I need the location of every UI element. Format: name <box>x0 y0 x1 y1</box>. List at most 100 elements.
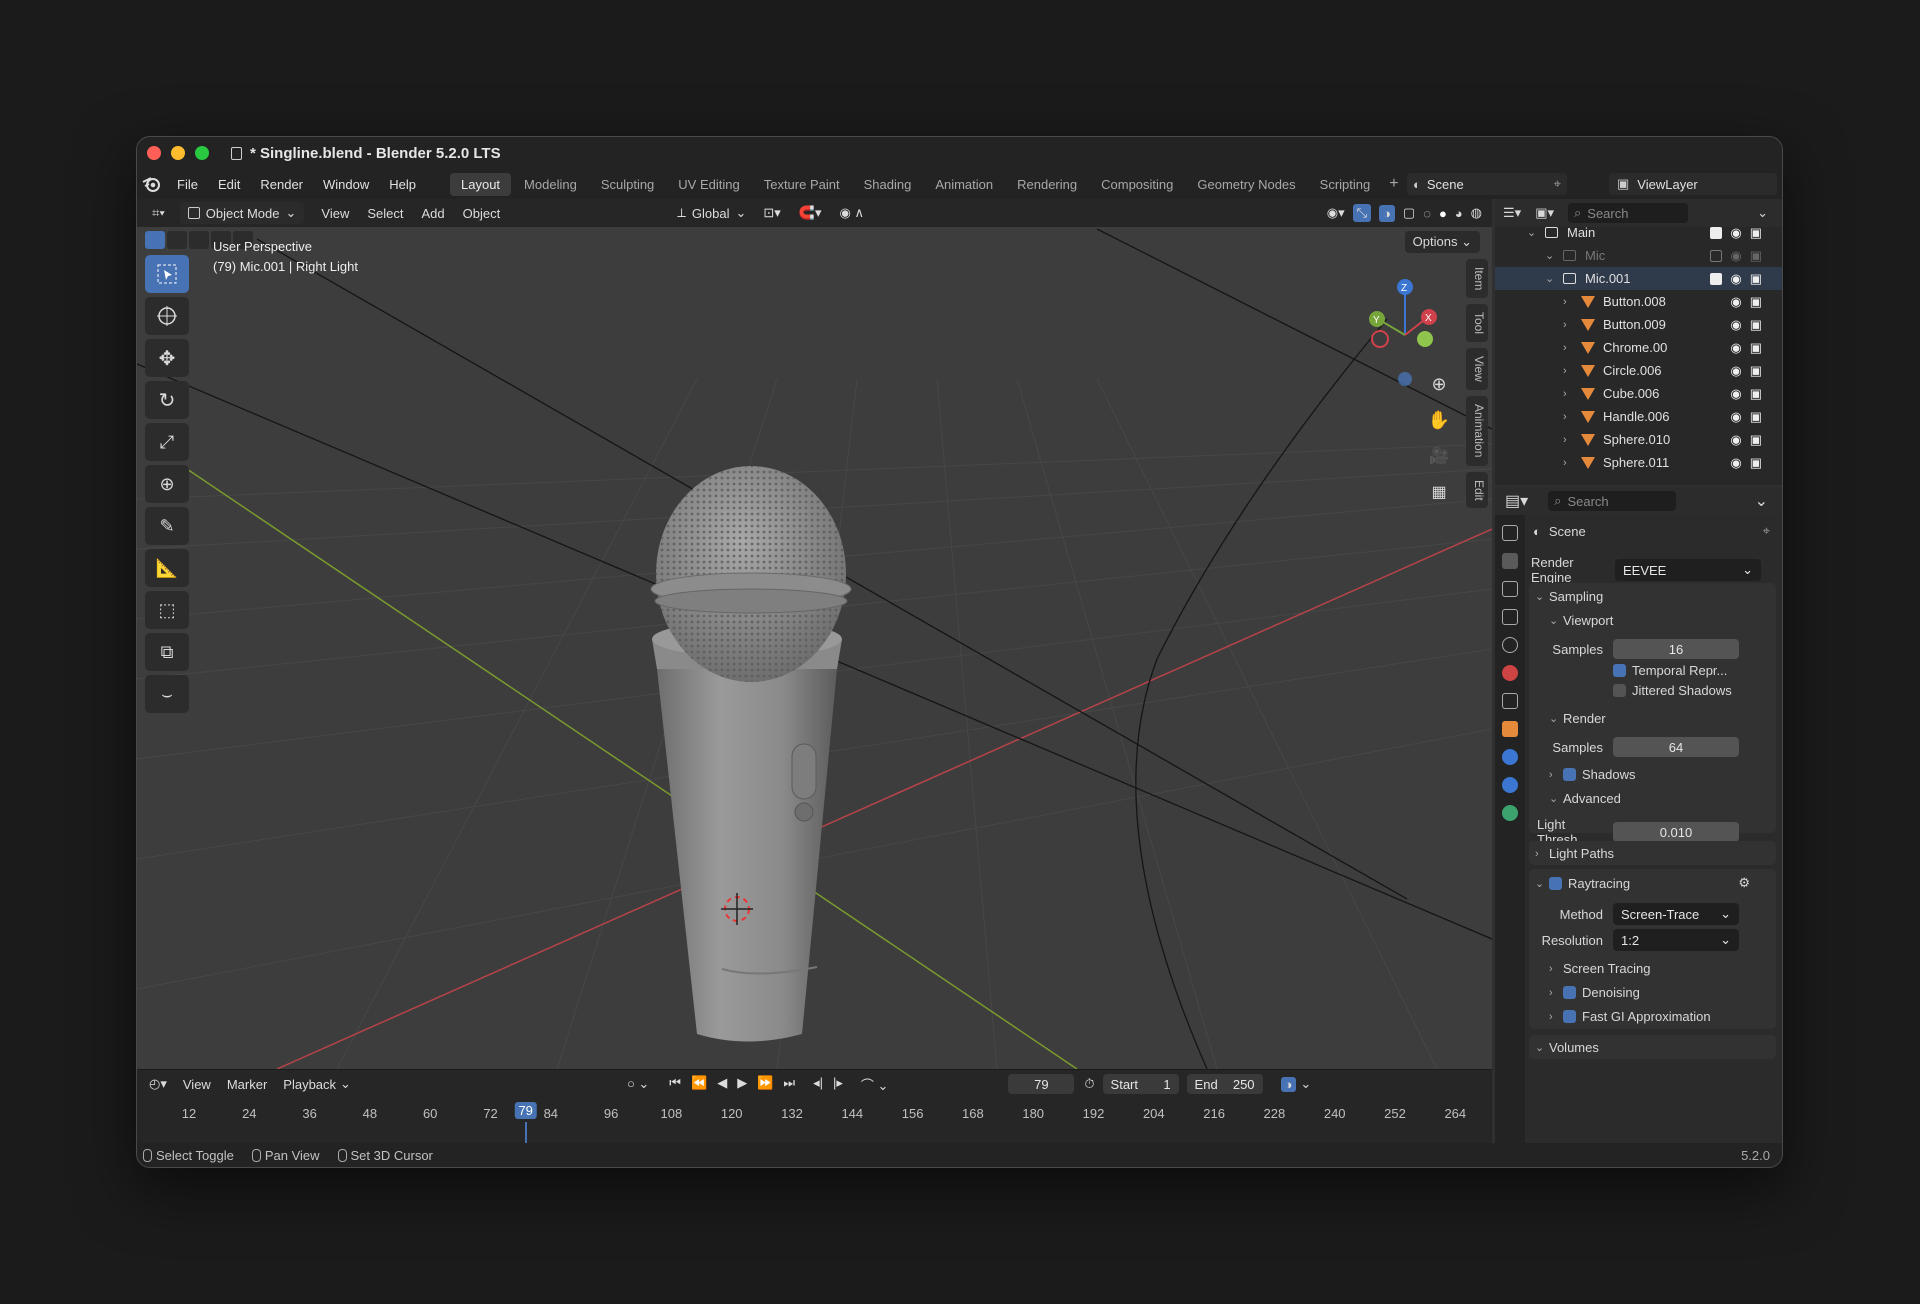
outliner-row[interactable]: › Button.008 ◉ ▣ <box>1495 290 1782 313</box>
transform-orientation-dropdown[interactable]: ⟂ Global ⌄ <box>669 202 754 224</box>
next-keyframe-icon[interactable]: ⏩ <box>757 1075 773 1094</box>
render-tab-icon[interactable] <box>1502 553 1518 569</box>
outliner-row[interactable]: › Sphere.010 ◉ ▣ <box>1495 428 1782 451</box>
chevron-right-icon[interactable]: › <box>1563 457 1567 469</box>
physics-tab-icon[interactable] <box>1502 777 1518 793</box>
eye-icon[interactable]: ◉ <box>1730 455 1741 471</box>
exclude-checkbox[interactable] <box>1710 249 1723 262</box>
keying-icon[interactable]: ○ ⌄ <box>627 1076 649 1092</box>
tab-compositing[interactable]: Compositing <box>1090 173 1184 196</box>
tab-texture-paint[interactable]: Texture Paint <box>753 173 851 196</box>
eye-icon[interactable]: ◉ <box>1730 363 1741 379</box>
render-camera-icon[interactable]: ▣ <box>1750 317 1762 333</box>
tab-geometry-nodes[interactable]: Geometry Nodes <box>1186 173 1306 196</box>
render-camera-icon[interactable]: ▣ <box>1750 340 1762 356</box>
view-layer-tab-icon[interactable] <box>1502 609 1518 625</box>
current-frame-field[interactable]: 79 <box>1008 1074 1075 1094</box>
xray-icon[interactable]: ▢ <box>1403 205 1415 221</box>
timeline-menu-playback[interactable]: Playback <box>283 1077 336 1092</box>
camera-view-icon[interactable]: 🎥 <box>1426 443 1452 469</box>
overlay-icon[interactable]: ◑ <box>1379 204 1395 222</box>
shadows-row[interactable]: › Shadows <box>1549 767 1635 782</box>
method-dropdown[interactable]: Screen-Trace ⌄ <box>1613 903 1739 925</box>
zoom-window-button[interactable] <box>195 146 209 160</box>
render-camera-icon[interactable]: ▣ <box>1750 409 1762 425</box>
stopwatch-icon[interactable]: ⏱ <box>1084 1076 1094 1092</box>
viewport-menu-add[interactable]: Add <box>412 206 453 221</box>
viewport-scene[interactable]: Z Y X <box>137 199 1492 1069</box>
eye-icon[interactable]: ◉ <box>1730 248 1741 264</box>
chevron-down-icon[interactable]: ⌄ <box>1527 226 1536 239</box>
chevron-right-icon[interactable]: › <box>1563 411 1567 423</box>
move-tool[interactable]: ✥ <box>145 339 189 377</box>
properties-search-input[interactable]: ⌕ Search <box>1548 491 1677 511</box>
outliner-row[interactable]: ⌄ Mic.001 ◉ ▣ <box>1495 267 1782 290</box>
fast-gi-checkbox[interactable] <box>1563 1010 1576 1023</box>
tab-view[interactable]: View <box>1466 348 1488 391</box>
navigation-gizmo[interactable]: Z Y X <box>1369 279 1437 386</box>
3d-viewport[interactable]: Z Y X ⌗▾ Object Mode ⌄ View Select Add O… <box>137 199 1492 1069</box>
volumes-header[interactable]: ⌄ Volumes <box>1535 1040 1599 1055</box>
tab-scripting[interactable]: Scripting <box>1309 173 1382 196</box>
rotate-tool[interactable]: ↻ <box>145 381 189 419</box>
outliner-row[interactable]: › Sphere.011 ◉ ▣ <box>1495 451 1782 474</box>
tab-item[interactable]: Item <box>1466 259 1488 299</box>
filter-icon[interactable]: ⌄ <box>1757 205 1768 221</box>
jump-end-icon[interactable]: ⏭ <box>783 1075 795 1094</box>
chevron-right-icon[interactable]: › <box>1563 434 1567 446</box>
add-cube-tool[interactable]: ⬚ <box>145 591 189 629</box>
scene-selector[interactable]: ◐ Scene ⌖ <box>1407 173 1567 195</box>
temporal-checkbox[interactable] <box>1613 664 1626 677</box>
outliner-row[interactable]: › Circle.006 ◉ ▣ <box>1495 359 1782 382</box>
chevron-right-icon[interactable]: › <box>1563 388 1567 400</box>
pan-hand-icon[interactable]: ✋ <box>1426 407 1452 433</box>
scale-tool[interactable]: ⤢ <box>145 423 189 461</box>
options-dropdown[interactable]: Options ⌄ <box>1404 231 1480 253</box>
visibility-icon[interactable]: ◉▾ <box>1327 205 1345 221</box>
tab-animation[interactable]: Animation <box>1466 396 1488 466</box>
outliner-row[interactable]: › Cube.006 ◉ ▣ <box>1495 382 1782 405</box>
minimize-window-button[interactable] <box>171 146 185 160</box>
render-subheader[interactable]: ⌄ Render <box>1549 711 1606 726</box>
eye-icon[interactable]: ◉ <box>1730 386 1741 402</box>
outliner-search-input[interactable]: ⌕ Search <box>1568 203 1688 223</box>
menu-help[interactable]: Help <box>379 177 426 192</box>
pivot-point-icon[interactable]: ⊡▾ <box>754 205 789 221</box>
temporal-row[interactable]: Temporal Repr... <box>1613 663 1727 678</box>
outliner-row[interactable]: › Handle.006 ◉ ▣ <box>1495 405 1782 428</box>
tab-modeling[interactable]: Modeling <box>513 173 588 196</box>
menu-window[interactable]: Window <box>313 177 379 192</box>
render-camera-icon[interactable]: ▣ <box>1750 225 1762 241</box>
raytracing-checkbox[interactable] <box>1549 876 1562 890</box>
sampling-header[interactable]: ⌄ Sampling <box>1535 589 1603 604</box>
jittered-row[interactable]: Jittered Shadows <box>1613 683 1732 698</box>
timeline-ruler[interactable]: 12 24 36 48 60 72 84 96 108 120 132 144 156 168 180 192… <box>137 1102 1492 1144</box>
render-engine-dropdown[interactable]: EEVEE ⌄ <box>1615 559 1761 581</box>
render-camera-icon[interactable]: ▣ <box>1750 248 1762 264</box>
next-frame-icon[interactable]: |▸ <box>833 1075 843 1094</box>
object-tab-icon[interactable] <box>1502 721 1518 737</box>
jump-start-icon[interactable]: ⏮ <box>669 1075 681 1094</box>
outliner-row[interactable]: › Chrome.00 ◉ ▣ <box>1495 336 1782 359</box>
chevron-right-icon[interactable]: › <box>1563 365 1567 377</box>
wireframe-shading-icon[interactable]: ◌ <box>1423 206 1431 221</box>
eye-icon[interactable]: ◉ <box>1730 317 1741 333</box>
viewport-menu-view[interactable]: View <box>312 206 358 221</box>
auto-keying-icon[interactable]: ⌒ ⌄ <box>861 1075 889 1094</box>
modifier-tab-icon[interactable] <box>1502 749 1518 765</box>
proportional-edit-icon[interactable]: ◉ ∧ <box>831 205 873 221</box>
timeline-overlay-icon[interactable]: ◑ <box>1280 1076 1297 1092</box>
select-subtract-icon[interactable] <box>189 231 209 249</box>
output-tab-icon[interactable] <box>1502 581 1518 597</box>
start-frame-field[interactable]: Start 1 <box>1102 1074 1179 1094</box>
advanced-subheader[interactable]: ⌄ Advanced <box>1549 791 1621 806</box>
eye-icon[interactable]: ◉ <box>1730 409 1741 425</box>
chevron-right-icon[interactable]: › <box>1563 342 1567 354</box>
viewport-menu-select[interactable]: Select <box>358 206 412 221</box>
render-camera-icon[interactable]: ▣ <box>1750 455 1762 471</box>
blender-logo-icon[interactable] <box>141 173 163 195</box>
pin-icon[interactable]: ⌖ <box>1554 176 1561 192</box>
outliner-row[interactable]: ⌄ Mic ◉ ▣ <box>1495 244 1782 267</box>
render-camera-icon[interactable]: ▣ <box>1750 271 1762 287</box>
tab-tool[interactable]: Tool <box>1466 304 1488 343</box>
